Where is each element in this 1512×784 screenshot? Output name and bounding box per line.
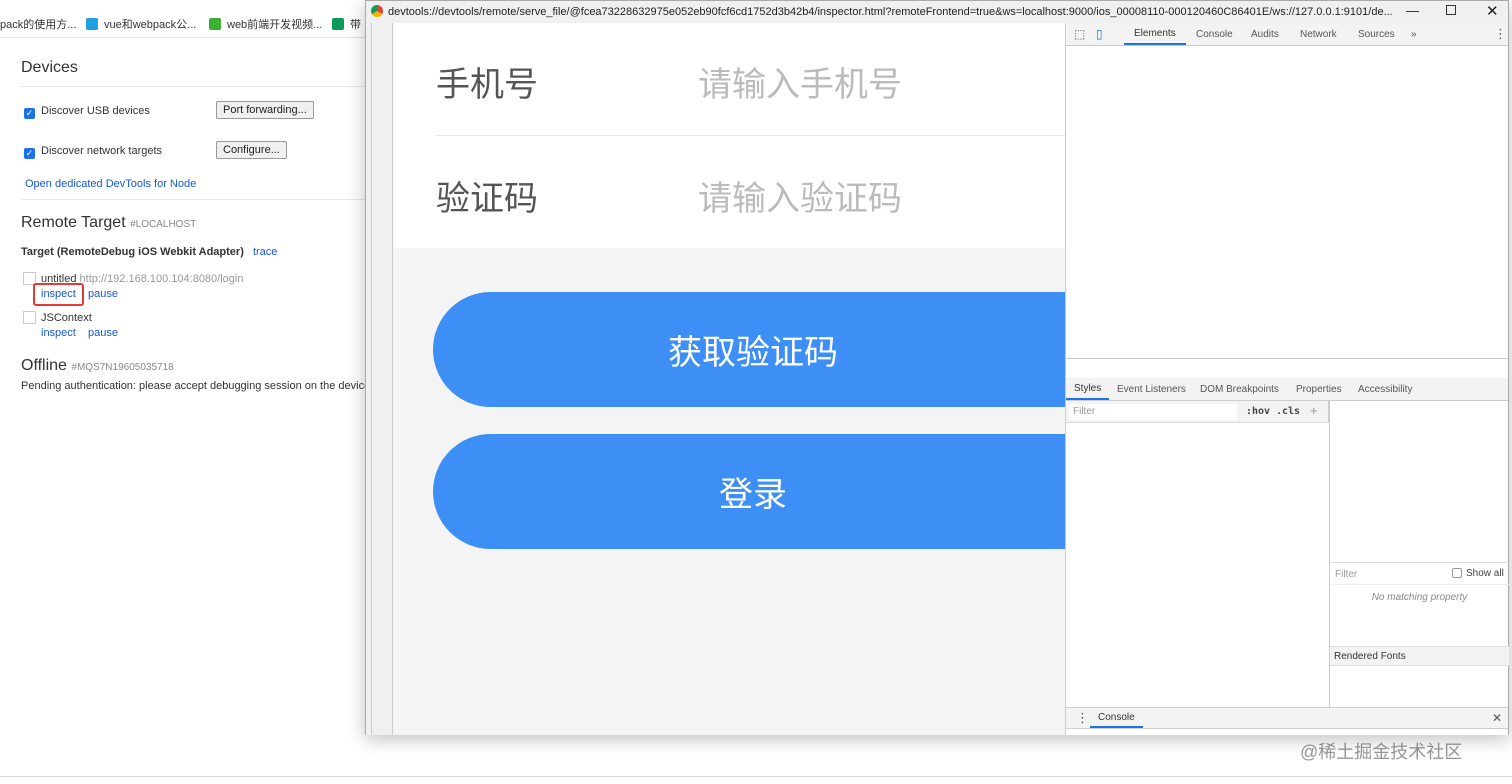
- minimize-icon[interactable]: —: [1406, 3, 1419, 18]
- cls-button[interactable]: .cls: [1276, 406, 1300, 417]
- window-title-bar: devtools://devtools/remote/serve_file/@f…: [366, 1, 1508, 23]
- menu-icon[interactable]: ⋮: [1494, 23, 1507, 45]
- divider: [0, 776, 1512, 777]
- screencast-view: 手机号 请输入手机号 验证码 请输入验证码 获取验证码 登录: [366, 23, 1073, 735]
- target-url: http://192.168.100.104:8080/login: [79, 273, 244, 285]
- trace-link[interactable]: trace: [253, 246, 277, 258]
- more-tabs-icon[interactable]: »: [1411, 23, 1417, 45]
- bilibili-icon: [86, 18, 98, 30]
- screencast-gutter: [366, 23, 393, 735]
- discover-usb-checkbox[interactable]: ✓ Discover USB devices: [24, 105, 150, 119]
- tab-properties[interactable]: Properties: [1296, 378, 1342, 400]
- splitter[interactable]: [1066, 358, 1508, 378]
- target-thumbnail: [23, 311, 36, 324]
- host-label: #LOCALHOST: [130, 219, 197, 230]
- drawer-close-icon[interactable]: ✕: [1492, 708, 1502, 728]
- tab-dom-breakpoints[interactable]: DOM Breakpoints: [1200, 378, 1279, 400]
- inspect-element-icon[interactable]: ⬚: [1074, 23, 1085, 45]
- hov-button[interactable]: :hov: [1246, 406, 1270, 417]
- drawer-tab-console[interactable]: Console: [1090, 708, 1143, 728]
- tab-elements[interactable]: Elements: [1124, 23, 1186, 45]
- inspect-link[interactable]: inspect: [41, 327, 76, 339]
- tab-sources[interactable]: Sources: [1358, 23, 1395, 45]
- new-rule-icon[interactable]: +: [1310, 403, 1318, 418]
- devtools-panel: ⬚ ▯ Elements Console Audits Network Sour…: [1065, 23, 1509, 735]
- tab-styles[interactable]: Styles: [1066, 378, 1110, 400]
- rendered-fonts-header[interactable]: Rendered Fonts: [1330, 646, 1509, 666]
- devices-heading: Devices: [21, 59, 78, 76]
- bookmark-item[interactable]: vue和webpack公...: [86, 16, 196, 32]
- tab-accessibility[interactable]: Accessibility: [1358, 378, 1412, 400]
- window-url: devtools://devtools/remote/serve_file/@f…: [388, 6, 1393, 18]
- bookmark-icon: [209, 18, 221, 30]
- code-input[interactable]: 请输入验证码: [698, 171, 902, 220]
- tab-console[interactable]: Console: [1196, 23, 1233, 45]
- device-toolbar-icon[interactable]: ▯: [1096, 23, 1103, 45]
- tab-audits[interactable]: Audits: [1251, 23, 1279, 45]
- remote-target-heading: Remote Target: [21, 214, 126, 231]
- show-all-checkbox[interactable]: Show all: [1452, 568, 1504, 579]
- maximize-icon[interactable]: [1446, 5, 1456, 15]
- phone-label: 手机号: [436, 66, 538, 104]
- inspect-link[interactable]: inspect: [41, 288, 76, 300]
- code-label: 验证码: [436, 180, 538, 218]
- main-tabs: ⬚ ▯ Elements Console Audits Network Sour…: [1066, 23, 1508, 46]
- watermark: @稀土掘金技术社区: [1300, 742, 1463, 762]
- chrome-icon: [371, 5, 383, 17]
- checkbox-icon: [1452, 568, 1462, 578]
- login-button[interactable]: 登录: [433, 434, 1073, 549]
- get-code-button[interactable]: 获取验证码: [433, 292, 1073, 407]
- computed-filter-input[interactable]: Filter: [1335, 569, 1357, 580]
- no-matching-property: No matching property: [1371, 592, 1468, 603]
- tab-event-listeners[interactable]: Event Listeners: [1117, 378, 1186, 400]
- drawer-tabs: ⋮ Console ✕: [1066, 707, 1508, 729]
- sidebar-tabs: Styles Event Listeners DOM Breakpoints P…: [1066, 378, 1508, 401]
- device-serial: #MQS7N19605035718: [71, 362, 174, 373]
- target-name: Target (RemoteDebug iOS Webkit Adapter): [21, 246, 244, 258]
- bookmark-item[interactable]: 带: [332, 16, 361, 32]
- pause-link[interactable]: pause: [88, 288, 118, 300]
- configure-button[interactable]: Configure...: [216, 141, 287, 159]
- offline-heading: Offline: [21, 357, 67, 374]
- sf-icon: [332, 18, 344, 30]
- bookmark-item[interactable]: web前端开发视频...: [209, 16, 322, 32]
- checkbox-checked-icon: ✓: [24, 148, 35, 159]
- target-title: JSContext: [41, 312, 92, 324]
- discover-network-checkbox[interactable]: ✓ Discover network targets: [24, 145, 162, 159]
- pause-link[interactable]: pause: [88, 327, 118, 339]
- phone-input[interactable]: 请输入手机号: [698, 57, 902, 106]
- login-form: 手机号 请输入手机号 验证码 请输入验证码: [394, 23, 1065, 248]
- bookmark-item[interactable]: pack的使用方...: [0, 16, 76, 32]
- drawer-menu-icon[interactable]: ⋮: [1076, 708, 1089, 728]
- open-node-devtools-link[interactable]: Open dedicated DevTools for Node: [25, 178, 196, 190]
- close-icon[interactable]: ✕: [1486, 2, 1499, 20]
- pending-message: Pending authentication: please accept de…: [21, 380, 370, 392]
- styles-filter-input[interactable]: Filter: [1069, 404, 1237, 420]
- checkbox-checked-icon: ✓: [24, 108, 35, 119]
- tab-network[interactable]: Network: [1300, 23, 1337, 45]
- devtools-window: devtools://devtools/remote/serve_file/@f…: [365, 0, 1509, 735]
- bookmarks-bar: pack的使用方... vue和webpack公... web前端开发视频...…: [0, 0, 370, 38]
- port-forwarding-button[interactable]: Port forwarding...: [216, 101, 314, 119]
